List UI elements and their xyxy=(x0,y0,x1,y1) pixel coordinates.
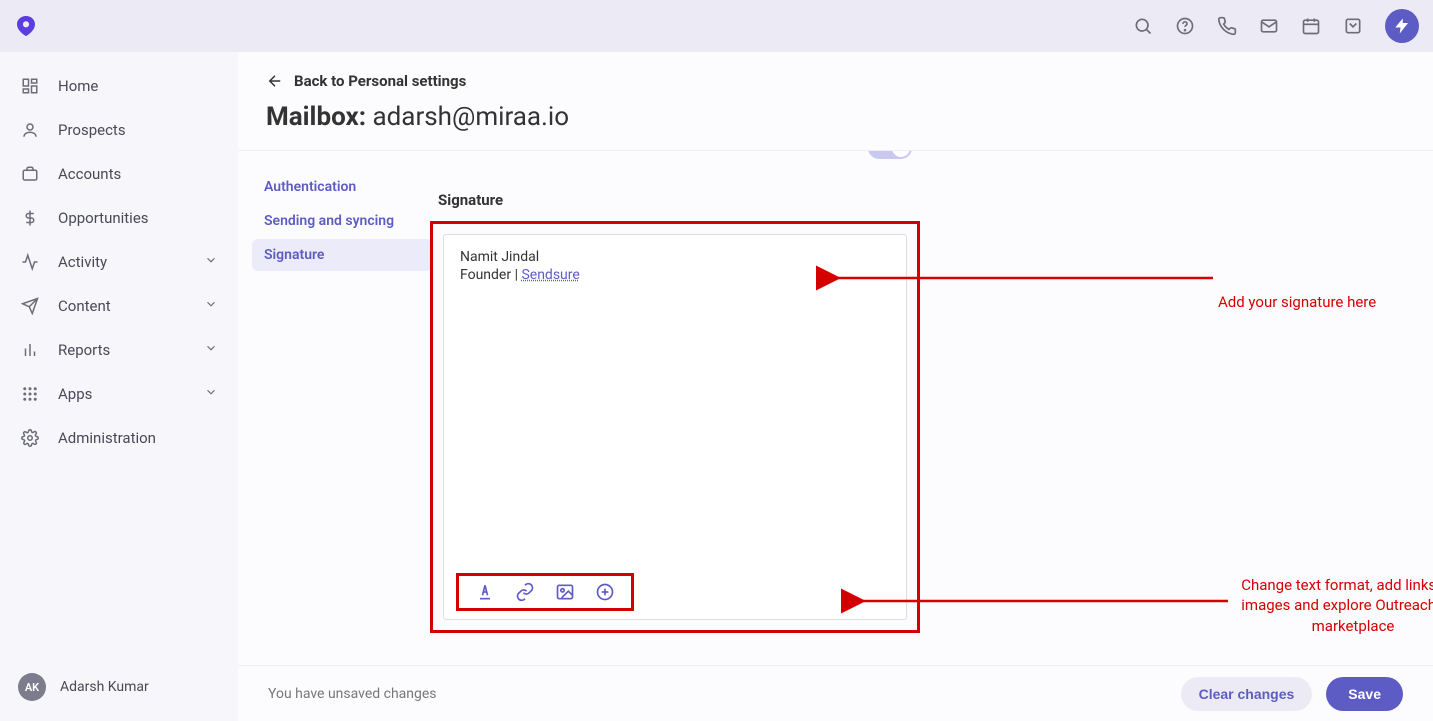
gear-icon xyxy=(20,428,40,448)
editor-toolbar-highlight xyxy=(456,573,634,611)
back-link[interactable]: Back to Personal settings xyxy=(266,72,1405,90)
nav-label: Apps xyxy=(58,385,92,403)
calendar-icon[interactable] xyxy=(1301,16,1321,36)
subnav-authentication[interactable]: Authentication xyxy=(252,171,432,203)
chevron-down-icon xyxy=(204,253,218,271)
dashboard-icon xyxy=(20,76,40,96)
person-icon xyxy=(20,120,40,140)
page-title: Mailbox: adarsh@miraa.io xyxy=(266,102,1405,132)
main: Back to Personal settings Mailbox: adars… xyxy=(238,52,1433,721)
grid-icon xyxy=(20,384,40,404)
mailbox-email: adarsh@miraa.io xyxy=(373,102,570,132)
nav-label: Activity xyxy=(58,253,107,271)
nav-content[interactable]: Content xyxy=(0,284,238,328)
bars-icon xyxy=(20,340,40,360)
signature-line-1: Namit Jindal xyxy=(460,249,890,265)
user-name: Adarsh Kumar xyxy=(60,679,149,695)
activity-icon xyxy=(20,252,40,272)
signature-heading: Signature xyxy=(438,191,503,209)
main-body: Authentication Sending and syncing Signa… xyxy=(238,151,1433,721)
nav-reports[interactable]: Reports xyxy=(0,328,238,372)
nav-accounts[interactable]: Accounts xyxy=(0,152,238,196)
sidebar-user[interactable]: AK Adarsh Kumar xyxy=(0,673,238,721)
send-icon xyxy=(20,296,40,316)
sig-company-link[interactable]: Sendsure xyxy=(521,267,579,283)
text-format-button[interactable] xyxy=(474,581,496,603)
nav-apps[interactable]: Apps xyxy=(0,372,238,416)
back-label: Back to Personal settings xyxy=(294,72,466,90)
topbar-icons xyxy=(1133,9,1419,43)
clear-changes-button[interactable]: Clear changes xyxy=(1181,677,1313,711)
subnav-signature[interactable]: Signature xyxy=(252,239,432,271)
nav-opportunities[interactable]: Opportunities xyxy=(0,196,238,240)
nav-home[interactable]: Home xyxy=(0,64,238,108)
chevron-down-icon xyxy=(204,341,218,359)
app-logo[interactable] xyxy=(14,14,38,38)
link-button[interactable] xyxy=(514,581,536,603)
chevron-down-icon xyxy=(204,385,218,403)
settings-subnav: Authentication Sending and syncing Signa… xyxy=(252,171,432,273)
note-icon[interactable] xyxy=(1343,16,1363,36)
save-button[interactable]: Save xyxy=(1326,677,1403,711)
sig-role: Founder | xyxy=(460,267,521,283)
footer-bar: You have unsaved changes Clear changes S… xyxy=(238,665,1433,721)
nav-administration[interactable]: Administration xyxy=(0,416,238,460)
main-header: Back to Personal settings Mailbox: adars… xyxy=(238,52,1433,151)
annotation-text-2: Change text format, add links and images… xyxy=(1238,575,1433,636)
signature-line-2: Founder | Sendsure xyxy=(460,267,890,283)
sync-toggle[interactable] xyxy=(868,151,912,159)
nav-label: Opportunities xyxy=(58,209,149,227)
nav-label: Administration xyxy=(58,429,156,447)
sidebar: Home Prospects Accounts Opportunities Ac… xyxy=(0,52,238,721)
nav-label: Prospects xyxy=(58,121,126,139)
nav-label: Home xyxy=(58,77,98,95)
title-prefix: Mailbox: xyxy=(266,102,366,132)
phone-icon[interactable] xyxy=(1217,16,1237,36)
add-button[interactable] xyxy=(594,581,616,603)
signature-highlight-box: Namit Jindal Founder | Sendsure xyxy=(430,221,920,633)
unsaved-message: You have unsaved changes xyxy=(268,686,437,702)
image-button[interactable] xyxy=(554,581,576,603)
content-column: Signature Namit Jindal Founder | Sendsur… xyxy=(438,151,1433,661)
search-icon[interactable] xyxy=(1133,16,1153,36)
annotation-text-1: Add your signature here xyxy=(1218,293,1433,311)
signature-editor[interactable]: Namit Jindal Founder | Sendsure xyxy=(443,234,907,620)
dollar-icon xyxy=(20,208,40,228)
help-icon[interactable] xyxy=(1175,16,1195,36)
user-avatar: AK xyxy=(18,673,46,701)
nav-label: Content xyxy=(58,297,111,315)
briefcase-icon xyxy=(20,164,40,184)
arrow-left-icon xyxy=(266,72,284,90)
nav-label: Reports xyxy=(58,341,110,359)
nav-activity[interactable]: Activity xyxy=(0,240,238,284)
mail-icon[interactable] xyxy=(1259,16,1279,36)
nav-label: Accounts xyxy=(58,165,121,183)
user-menu-avatar[interactable] xyxy=(1385,9,1419,43)
nav-prospects[interactable]: Prospects xyxy=(0,108,238,152)
subnav-sending-syncing[interactable]: Sending and syncing xyxy=(252,205,432,237)
topbar xyxy=(0,0,1433,52)
chevron-down-icon xyxy=(204,297,218,315)
